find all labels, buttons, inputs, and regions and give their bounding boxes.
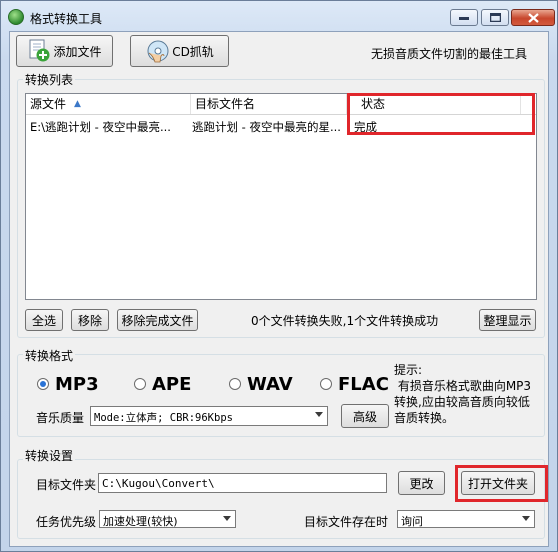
radio-mp3-circle[interactable] — [37, 378, 49, 390]
radio-ape-label: APE — [152, 373, 192, 395]
target-folder-label: 目标文件夹 — [36, 478, 97, 492]
target-folder-field[interactable]: C:\Kugou\Convert\ — [98, 473, 387, 493]
format-hint-text: 提示: 有损音乐格式歌曲向MP3转换,应由较高音质向较低音质转换。 — [394, 363, 532, 425]
window-title: 格式转换工具 — [30, 12, 103, 26]
radio-wav-label: WAV — [247, 373, 293, 395]
radio-flac-label: FLAC — [338, 373, 389, 395]
change-folder-button[interactable]: 更改 — [398, 471, 445, 495]
column-header-source[interactable]: 源文件 ▲ — [26, 94, 191, 114]
format-group-label: 转换格式 — [23, 347, 76, 364]
row-source: E:\逃跑计划 - 夜空中最亮... — [30, 120, 171, 134]
chevron-down-icon — [223, 516, 231, 521]
select-all-button[interactable]: 全选 — [25, 309, 63, 331]
tidy-display-button[interactable]: 整理显示 — [479, 309, 536, 331]
cd-icon — [147, 40, 169, 63]
remove-button[interactable]: 移除 — [71, 309, 109, 331]
radio-wav-circle[interactable] — [229, 378, 241, 390]
settings-group-label: 转换设置 — [23, 447, 76, 464]
minimize-icon — [459, 16, 469, 20]
conversion-status-text: 0个文件转换失败,1个文件转换成功 — [251, 314, 439, 328]
advanced-button[interactable]: 高级 — [341, 404, 389, 428]
target-folder-value: C:\Kugou\Convert\ — [102, 477, 215, 490]
convert-list-label: 转换列表 — [23, 71, 76, 88]
row-target: 逃跑计划 - 夜空中最亮的星... — [192, 120, 341, 134]
slogan-text: 无损音质文件切割的最佳工具 — [371, 47, 528, 61]
maximize-button[interactable] — [481, 9, 509, 26]
radio-ape[interactable]: APE — [134, 373, 191, 395]
radio-ape-circle[interactable] — [134, 378, 146, 390]
minimize-button[interactable] — [450, 9, 478, 26]
cd-rip-label: CD抓轨 — [172, 44, 214, 59]
chevron-down-icon — [315, 412, 323, 417]
exists-label: 目标文件存在时 — [304, 515, 389, 529]
add-file-button[interactable]: 添加文件 — [16, 35, 113, 67]
title-bar: 格式转换工具 — [1, 1, 557, 31]
column-header-target[interactable]: 目标文件名 — [191, 94, 347, 114]
cd-rip-button[interactable]: CD抓轨 — [130, 35, 229, 67]
radio-wav[interactable]: WAV — [229, 373, 293, 395]
priority-select[interactable]: 加速处理(较快) — [99, 510, 236, 528]
priority-value: 加速处理(较快) — [103, 515, 178, 528]
quality-select[interactable]: Mode:立体声; CBR:96Kbps — [90, 406, 328, 426]
remove-done-button[interactable]: 移除完成文件 — [117, 309, 198, 331]
radio-flac-circle[interactable] — [320, 378, 332, 390]
exists-select[interactable]: 询问 — [397, 510, 535, 528]
open-folder-highlight-box — [455, 465, 548, 502]
add-file-icon — [29, 39, 50, 62]
close-button[interactable] — [511, 9, 555, 26]
sort-ascending-icon: ▲ — [74, 99, 81, 109]
add-file-label: 添加文件 — [53, 44, 102, 59]
chevron-down-icon — [522, 516, 530, 521]
quality-label: 音乐质量 — [36, 411, 85, 425]
radio-mp3[interactable]: MP3 — [37, 373, 99, 395]
radio-flac[interactable]: FLAC — [320, 373, 389, 395]
priority-label: 任务优先级 — [36, 515, 97, 529]
radio-mp3-label: MP3 — [55, 373, 99, 395]
app-window: 格式转换工具 添加文件 CD抓轨 无损音质文件切割的最佳工具 转换列表 源文件 … — [0, 0, 558, 552]
exists-value: 询问 — [401, 515, 423, 528]
quality-value: Mode:立体声; CBR:96Kbps — [94, 412, 233, 424]
maximize-icon — [489, 13, 501, 22]
close-icon — [527, 12, 539, 23]
status-highlight-box — [347, 93, 535, 135]
app-icon — [8, 9, 24, 25]
